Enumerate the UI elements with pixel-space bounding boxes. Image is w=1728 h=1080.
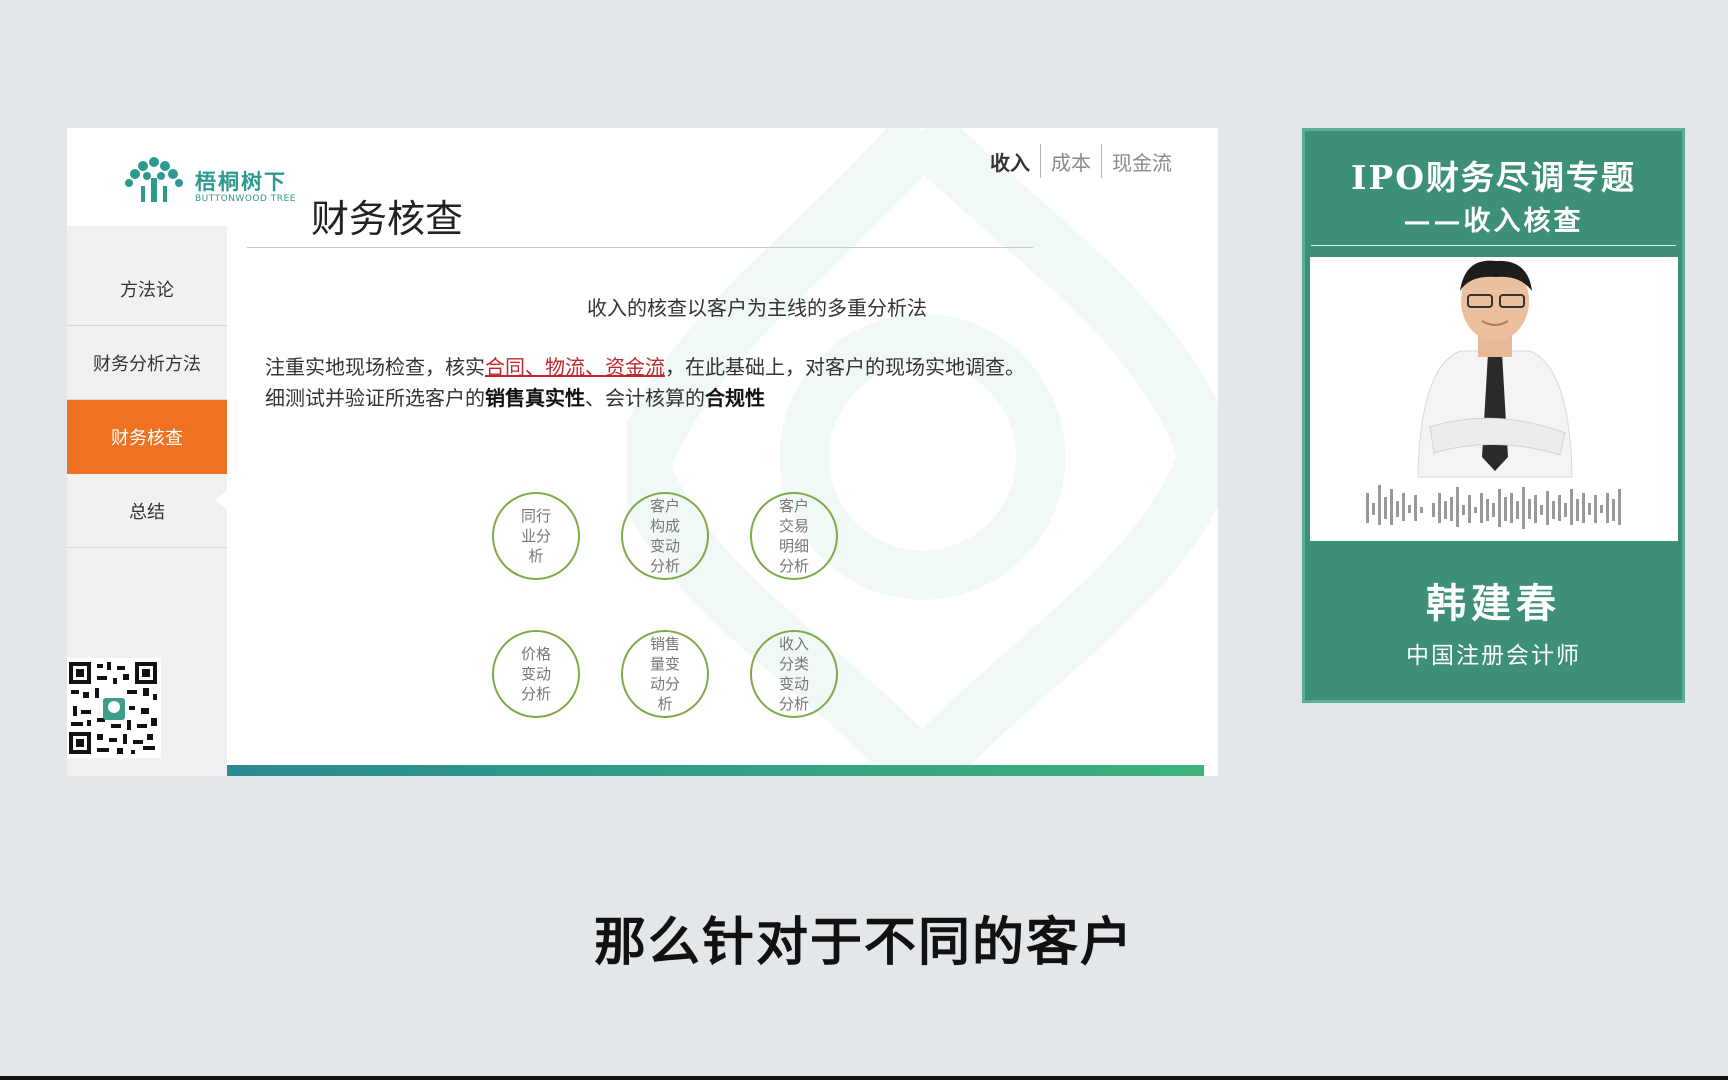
tree-logo-icon [125,157,183,202]
bold-text: 合规性 [705,386,765,410]
analysis-circle-volume: 销售量变动分析 [621,630,709,718]
text-span: 注重实地现场检查，核实 [265,355,485,379]
current-pointer-icon [215,491,227,509]
description-paragraph: 注重实地现场检查，核实合同、物流、资金流，在此基础上，对客户的现场实地调查。 细… [265,352,1145,414]
text-span: 细测试并验证所选客户的 [265,386,485,410]
tree-watermark [627,128,1218,776]
card-divider [1311,245,1676,246]
bottom-border [0,1076,1728,1080]
presenter-photo [1310,257,1678,541]
bold-text: 销售真实性 [485,386,585,410]
tab-cashflow[interactable]: 现金流 [1102,147,1182,176]
text-span: ，在此基础上，对客户的现场实地调查。 [665,355,1025,379]
analysis-circle-price: 价格变动分析 [492,630,580,718]
paragraph-line-1: 注重实地现场检查，核实合同、物流、资金流，在此基础上，对客户的现场实地调查。 [265,352,1145,383]
highlight-red-text: 合同、物流、资金流 [485,355,665,379]
presenter-name: 韩建春 [1426,581,1561,627]
section-subtitle: 收入的核查以客户为主线的多重分析法 [587,296,927,320]
slide-title: 财务核查 [311,197,464,241]
presenter-card: IPO财务尽调专题 ——收入核查 韩建春 中国注册会计师 [1302,128,1685,703]
course-subtitle: ——收入核查 [1403,206,1584,237]
paragraph-line-2: 细测试并验证所选客户的销售真实性、会计核算的合规性 [265,383,1145,414]
analysis-circle-customer-structure: 客户构成变动分析 [621,492,709,580]
tab-cost[interactable]: 成本 [1041,147,1101,176]
sidebar-item-financial-check[interactable]: 财务核查 [67,400,227,474]
text-span: 、会计核算的 [585,386,705,410]
course-title: IPO财务尽调专题 [1351,158,1636,197]
logo-english: BUTTONWOOD TREE [195,194,296,204]
analysis-circle-transaction-detail: 客户交易明细分析 [750,492,838,580]
logo-name: 梧桐树下 [195,170,287,194]
slide: 梧桐树下 BUTTONWOOD TREE 收入 成本 现金流 财务核查 方法论 … [67,128,1218,776]
presenter-role: 中国注册会计师 [1406,643,1581,669]
title-divider [247,247,1033,248]
sidebar-item-summary[interactable]: 总结 [67,474,227,548]
subtitle-caption: 那么针对于不同的客户 [593,913,1134,973]
brand-logo: 梧桐树下 BUTTONWOOD TREE [123,152,313,212]
analysis-circle-revenue-category: 收入分类变动分析 [750,630,838,718]
analysis-circle-peer: 同行业分析 [492,492,580,580]
qr-code [67,658,161,758]
tab-revenue[interactable]: 收入 [980,147,1040,176]
sidebar-item-methodology[interactable]: 方法论 [67,252,227,326]
topic-tabs: 收入 成本 现金流 [980,144,1182,178]
slide-footer-bar [227,765,1204,776]
sidebar-item-analysis-methods[interactable]: 财务分析方法 [67,326,227,400]
